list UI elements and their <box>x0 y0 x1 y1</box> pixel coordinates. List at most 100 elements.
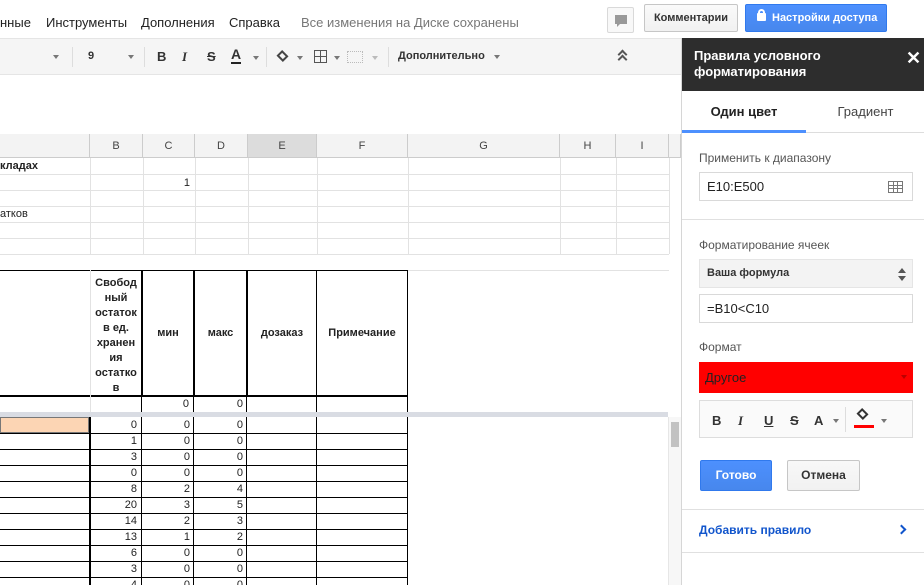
table-cell[interactable]: 20 <box>90 499 137 511</box>
close-icon[interactable]: ✕ <box>906 49 921 67</box>
table-cell[interactable]: 0 <box>142 435 190 447</box>
table-cell[interactable]: 8 <box>90 483 137 495</box>
menu-addons[interactable]: Дополнения <box>141 15 215 30</box>
chevron-down-icon <box>901 375 907 379</box>
font-family-dropdown-icon[interactable] <box>53 55 59 59</box>
underline-button[interactable]: U <box>764 413 773 428</box>
add-rule-link[interactable]: Добавить правило <box>699 523 811 537</box>
fill-color-icon[interactable] <box>276 49 290 63</box>
range-input[interactable]: E10:E500 <box>699 172 913 201</box>
table-cell[interactable]: 2 <box>194 531 243 543</box>
column-header[interactable]: G <box>408 134 560 158</box>
borders-icon[interactable] <box>314 50 327 63</box>
table-cell[interactable]: 0 <box>142 419 190 431</box>
fill-color-button[interactable] <box>854 407 878 430</box>
merge-cells-icon[interactable] <box>347 51 363 63</box>
vertical-scrollbar[interactable] <box>668 417 681 585</box>
save-status: Все изменения на Диске сохранены <box>301 15 519 30</box>
cell-max[interactable]: 0 <box>195 398 243 410</box>
font-size-select[interactable]: 9 <box>88 50 94 62</box>
text-color-dropdown-icon[interactable] <box>833 419 839 423</box>
data-rows: 0 0 0 1 0 0 3 0 0 0 0 0 8 2 4 20 3 5 14 2 3 13 1 2 6 0 0 3 0 0 4 0 0 <box>0 417 668 585</box>
comments-button[interactable]: Комментарии <box>644 4 738 32</box>
column-header-selected[interactable]: E <box>248 134 317 158</box>
text-color-button[interactable]: A <box>814 413 823 428</box>
table-cell[interactable]: 0 <box>90 467 137 479</box>
menu-help[interactable]: Справка <box>229 15 280 30</box>
merge-dropdown-icon[interactable] <box>372 56 378 60</box>
cancel-button[interactable]: Отмена <box>787 460 860 491</box>
table-cell[interactable]: 0 <box>194 467 243 479</box>
table-cell[interactable]: 0 <box>194 547 243 559</box>
tab-gradient[interactable]: Градиент <box>806 91 924 133</box>
strikethrough-button[interactable]: S <box>790 413 799 428</box>
chat-icon[interactable] <box>607 7 634 33</box>
table-cell[interactable]: 3 <box>194 515 243 527</box>
table-cell[interactable]: 0 <box>194 563 243 575</box>
table-cell[interactable]: 1 <box>90 435 137 447</box>
table-cell[interactable]: 5 <box>194 499 243 511</box>
bold-button[interactable]: B <box>712 413 721 428</box>
column-header[interactable]: B <box>90 134 143 158</box>
chevron-right-icon[interactable] <box>896 524 907 535</box>
tab-single-color[interactable]: Один цвет <box>682 91 806 133</box>
italic-button[interactable]: I <box>738 413 743 429</box>
menu-bar: нные Инструменты Дополнения Справка Все … <box>0 0 924 38</box>
condition-select[interactable]: Ваша формула <box>699 259 913 288</box>
fill-color-dropdown-icon[interactable] <box>297 56 303 60</box>
table-cell[interactable]: 0 <box>142 451 190 463</box>
column-header[interactable]: I <box>616 134 669 158</box>
table-cell[interactable]: 0 <box>142 467 190 479</box>
table-cell[interactable]: 0 <box>194 579 243 585</box>
table-cell[interactable]: 1 <box>142 531 190 543</box>
column-header-a[interactable] <box>0 134 90 158</box>
table-cell[interactable]: 4 <box>194 483 243 495</box>
fill-color-dropdown-icon[interactable] <box>881 419 887 423</box>
done-button[interactable]: Готово <box>700 460 772 491</box>
format-preset-select[interactable]: Другое <box>699 362 913 393</box>
text-color-button[interactable]: A <box>231 47 242 64</box>
selected-cell[interactable] <box>0 417 89 433</box>
table-cell[interactable]: 4 <box>90 579 137 585</box>
table-cell[interactable]: 0 <box>142 563 190 575</box>
table-cell[interactable]: 0 <box>142 579 190 585</box>
header-note: Примечание <box>328 327 396 339</box>
bold-button[interactable]: B <box>157 49 166 64</box>
menu-tools[interactable]: Инструменты <box>46 15 127 30</box>
cell-min[interactable]: 0 <box>143 398 189 410</box>
select-range-icon[interactable] <box>888 181 903 193</box>
cell-a4[interactable]: атков <box>0 208 28 220</box>
table-cell[interactable]: 0 <box>194 419 243 431</box>
table-cell[interactable]: 3 <box>90 563 137 575</box>
sheet-title-cell[interactable]: кладах <box>0 160 38 172</box>
table-cell[interactable]: 3 <box>142 499 190 511</box>
text-color-dropdown-icon[interactable] <box>253 56 259 60</box>
column-header[interactable]: H <box>560 134 616 158</box>
table-cell[interactable]: 3 <box>90 451 137 463</box>
table-cell[interactable]: 0 <box>90 419 137 431</box>
format-preset-value: Другое <box>705 370 747 385</box>
more-button[interactable]: Дополнительно <box>398 50 485 62</box>
column-header[interactable]: C <box>143 134 195 158</box>
table-cell[interactable]: 14 <box>90 515 137 527</box>
table-cell[interactable]: 0 <box>142 547 190 559</box>
font-size-dropdown-icon[interactable] <box>128 55 134 59</box>
share-button[interactable]: Настройки доступа <box>745 4 887 32</box>
paint-bucket-icon <box>856 407 869 421</box>
more-dropdown-icon[interactable] <box>494 55 500 59</box>
column-header[interactable]: F <box>317 134 408 158</box>
italic-button[interactable]: I <box>182 49 187 65</box>
column-header[interactable]: D <box>195 134 248 158</box>
table-cell[interactable]: 0 <box>194 451 243 463</box>
table-cell[interactable]: 2 <box>142 515 190 527</box>
borders-dropdown-icon[interactable] <box>334 56 340 60</box>
table-cell[interactable]: 13 <box>90 531 137 543</box>
cell-c2[interactable]: 1 <box>143 177 190 189</box>
formula-input[interactable]: =B10<C10 <box>699 294 913 323</box>
table-cell[interactable]: 2 <box>142 483 190 495</box>
table-cell[interactable]: 6 <box>90 547 137 559</box>
conditional-format-sidebar: Правила условного форматирования ✕ Один … <box>681 38 924 585</box>
menu-data[interactable]: нные <box>0 15 31 30</box>
strikethrough-button[interactable]: S <box>207 49 216 64</box>
table-cell[interactable]: 0 <box>194 435 243 447</box>
